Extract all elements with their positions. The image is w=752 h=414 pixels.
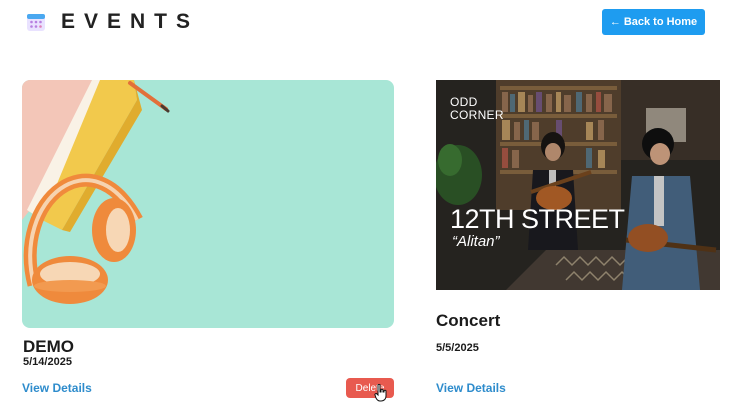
view-details-link[interactable]: View Details [22,381,92,395]
event-title: Concert [436,311,501,330]
overlay-subtitle: “Alitan” [452,233,500,250]
event-title: DEMO [23,337,74,356]
back-button-label: Back to Home [623,16,698,28]
event-date: 5/14/2025 [23,356,72,368]
hand-cursor-icon [374,384,387,402]
arrow-left-icon: ← [609,16,621,28]
view-details-link[interactable]: View Details [436,381,506,395]
back-to-home-button[interactable]: ← Back to Home [602,9,705,35]
overlay-brand: ODD CORNER [450,95,504,122]
event-image-concert[interactable]: ODD CORNER 12TH STREET “Alitan” [436,80,720,290]
event-image-demo[interactable] [22,80,394,328]
calendar-icon [27,14,45,31]
page-title: EVENTS [61,10,200,33]
event-date: 5/5/2025 [436,342,479,354]
headphones-illustration [22,80,394,328]
overlay-title: 12TH STREET [450,204,625,234]
